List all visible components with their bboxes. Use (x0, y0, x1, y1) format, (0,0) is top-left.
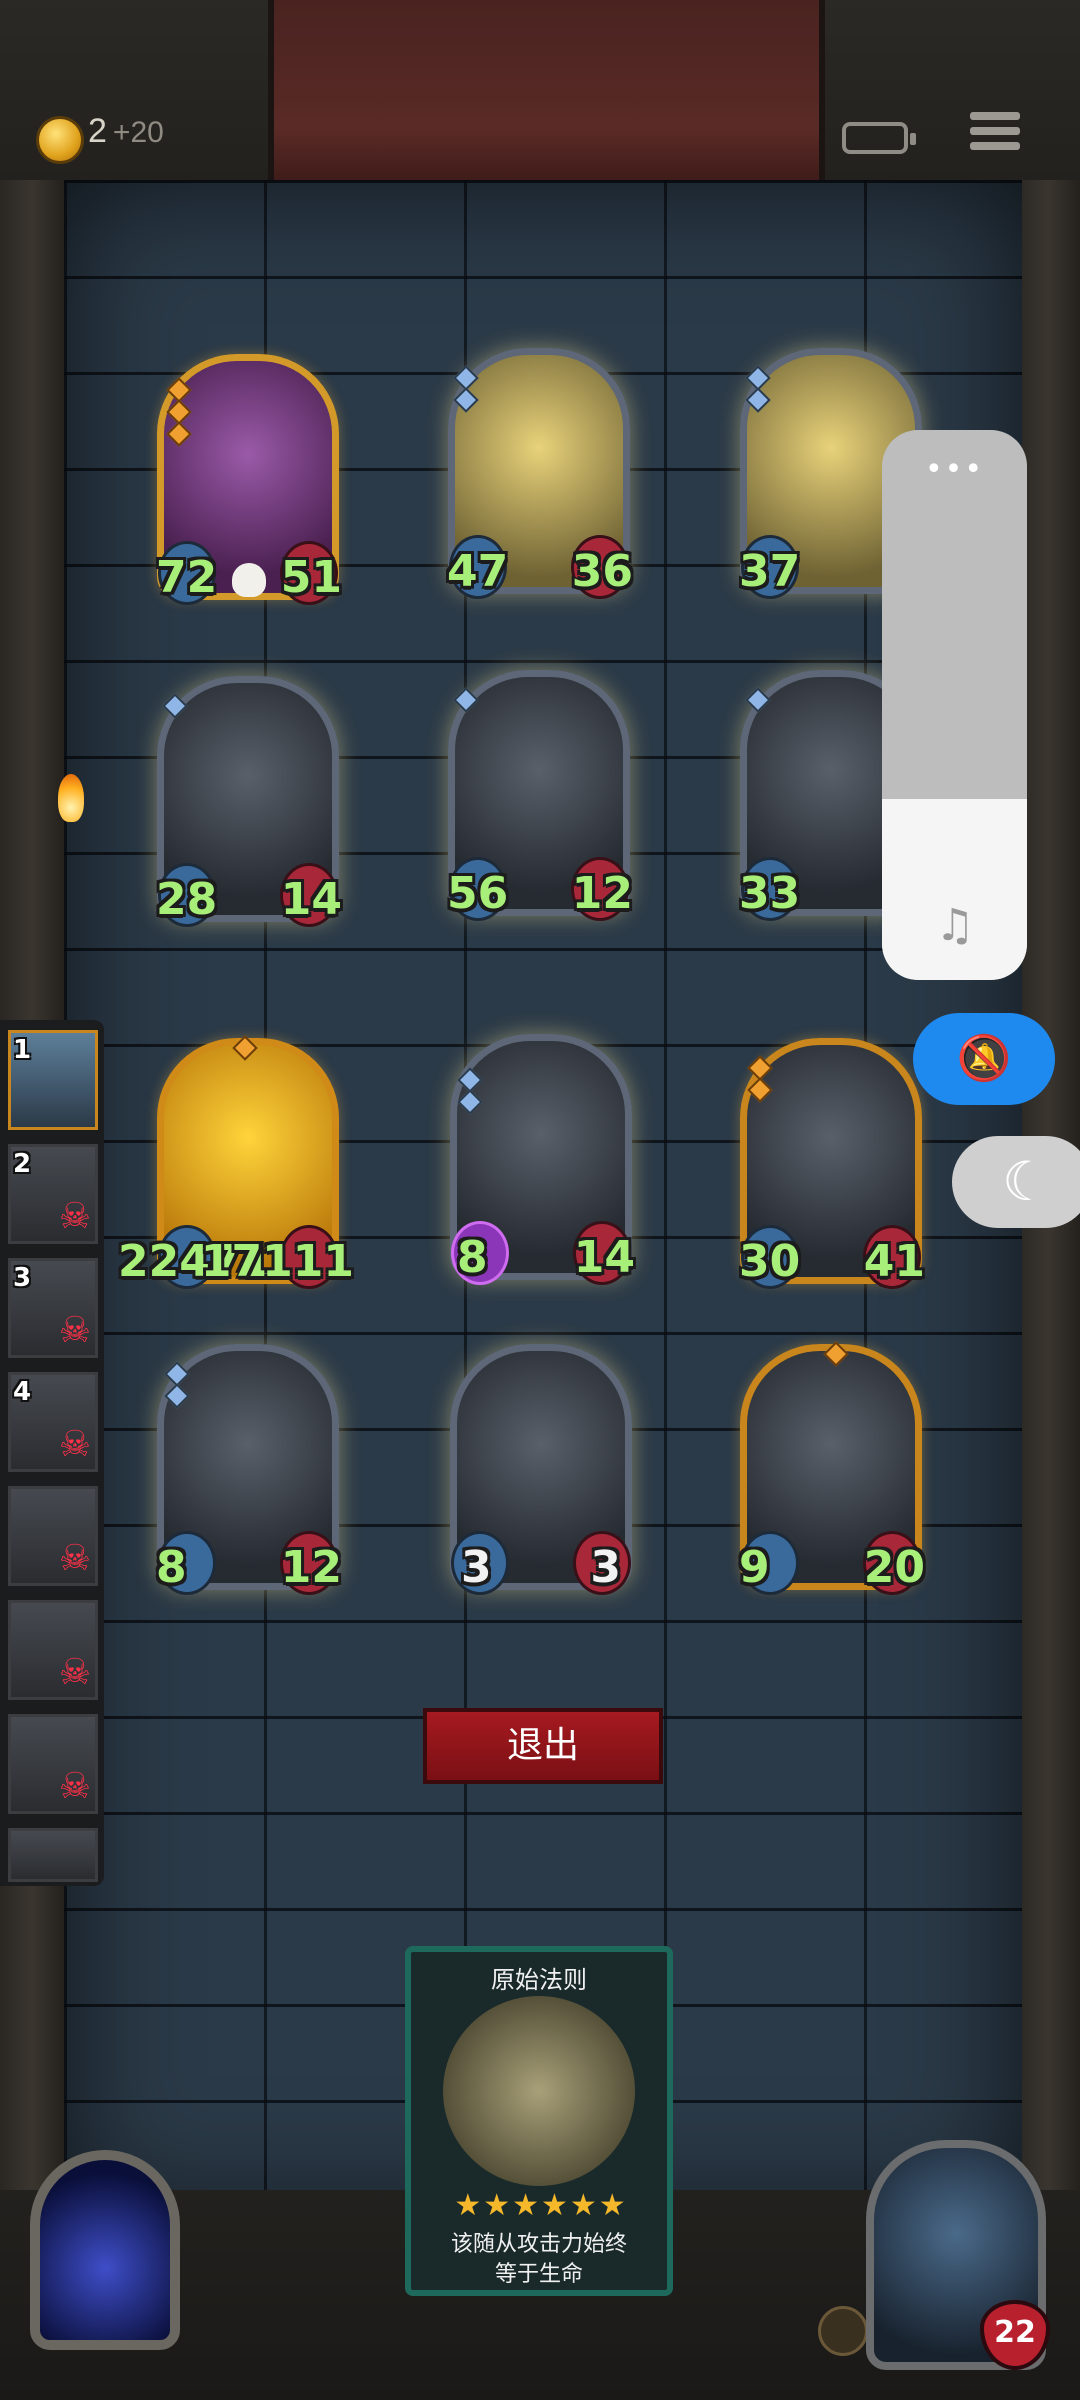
minion-card[interactable]: 3 3 (450, 1344, 632, 1595)
volume-slider[interactable]: ••• ♫ (882, 430, 1027, 980)
more-icon[interactable]: ••• (882, 452, 1027, 487)
attack-value: 8 (457, 1232, 488, 1283)
health-value: 41 (863, 1236, 925, 1287)
minion-card[interactable]: 8 12 (156, 1344, 342, 1595)
attack-value: 28 (156, 874, 218, 925)
health-value: 12 (280, 1542, 342, 1593)
attack-value: 30 (739, 1236, 801, 1287)
attack-value: 72 (156, 552, 218, 603)
health-value: 36 (571, 546, 633, 597)
star-rating: ★★★★★★ (454, 2188, 628, 2223)
skull-icon (232, 563, 266, 597)
health-value: 3 (590, 1542, 621, 1593)
minion-card[interactable]: 28 14 (156, 676, 342, 927)
menu-icon[interactable] (970, 112, 1020, 160)
minion-card[interactable]: 30 41 (739, 1038, 925, 1289)
volume-fill (882, 798, 1027, 980)
torch-flame (58, 774, 84, 822)
music-note-icon: ♫ (935, 900, 975, 951)
bell-off-icon: 🔕 (956, 1033, 1012, 1084)
minion-card[interactable]: 8 14 (450, 1034, 635, 1285)
health-value: 51 (280, 552, 342, 603)
opponent-slot[interactable]: 1 (8, 1030, 98, 1130)
health-value: 14 (573, 1232, 635, 1283)
minion-card[interactable]: 47 36 (447, 348, 633, 599)
minion-card[interactable]: 9 20 (739, 1341, 925, 1595)
opponent-slot[interactable]: ☠ (8, 1486, 98, 1586)
minion-card[interactable]: 72 51 (156, 354, 342, 605)
health-value: 12 (571, 868, 633, 919)
coin-counter: 2 +20 (88, 112, 164, 150)
skull-crossbones-icon: ☠ (58, 1424, 91, 1465)
opponent-slot[interactable] (8, 1828, 98, 1882)
mute-button[interactable]: 🔕 (913, 1013, 1055, 1105)
attack-value: 9 (739, 1542, 770, 1593)
portal-icon[interactable] (30, 2150, 180, 2350)
skull-crossbones-icon: ☠ (58, 1766, 91, 1807)
attack-value: 56 (447, 868, 509, 919)
scales-icon (443, 1996, 635, 2186)
attack-value: 47 (447, 546, 509, 597)
opponent-slot[interactable]: 2 ☠ (8, 1144, 98, 1244)
opponent-slot[interactable]: ☠ (8, 1600, 98, 1700)
skull-crossbones-icon: ☠ (58, 1196, 91, 1237)
opponent-slot[interactable]: 3 ☠ (8, 1258, 98, 1358)
exit-button[interactable]: 退出 (423, 1708, 663, 1784)
health-value: 17111 (200, 1236, 354, 1287)
skull-crossbones-icon: ☠ (58, 1538, 91, 1579)
opponent-slot[interactable]: 4 ☠ (8, 1372, 98, 1472)
opponent-slot[interactable]: ☠ (8, 1714, 98, 1814)
attack-value: 33 (739, 868, 801, 919)
minion-card[interactable]: 56 12 (447, 670, 633, 921)
curtain (268, 0, 825, 192)
health-value: 20 (863, 1542, 925, 1593)
moon-icon: ☾ (1002, 1150, 1051, 1213)
opponent-sidebar: 1 2 ☠ 3 ☠ 4 ☠ ☠ ☠ ☠ (0, 1020, 104, 1886)
attack-value: 37 (739, 546, 801, 597)
battery-icon (842, 122, 916, 154)
health-value: 14 (280, 874, 342, 925)
spell-description: 该随从攻击力始终 等于生命 (450, 2232, 627, 2287)
spell-title: 原始法则 (491, 1966, 587, 1994)
dark-mode-button[interactable]: ☾ (952, 1136, 1080, 1228)
skull-crossbones-icon: ☠ (58, 1310, 91, 1351)
attack-value: 8 (156, 1542, 187, 1593)
skull-crossbones-icon: ☠ (58, 1652, 91, 1693)
spell-card[interactable]: 原始法则 ★★★★★★ 该随从攻击力始终 等于生命 (405, 1946, 673, 2296)
bell-icon[interactable] (818, 2306, 868, 2356)
coin-icon (36, 116, 84, 164)
minion-card[interactable]: 22471 17111 (118, 1035, 354, 1289)
attack-value: 3 (461, 1542, 492, 1593)
